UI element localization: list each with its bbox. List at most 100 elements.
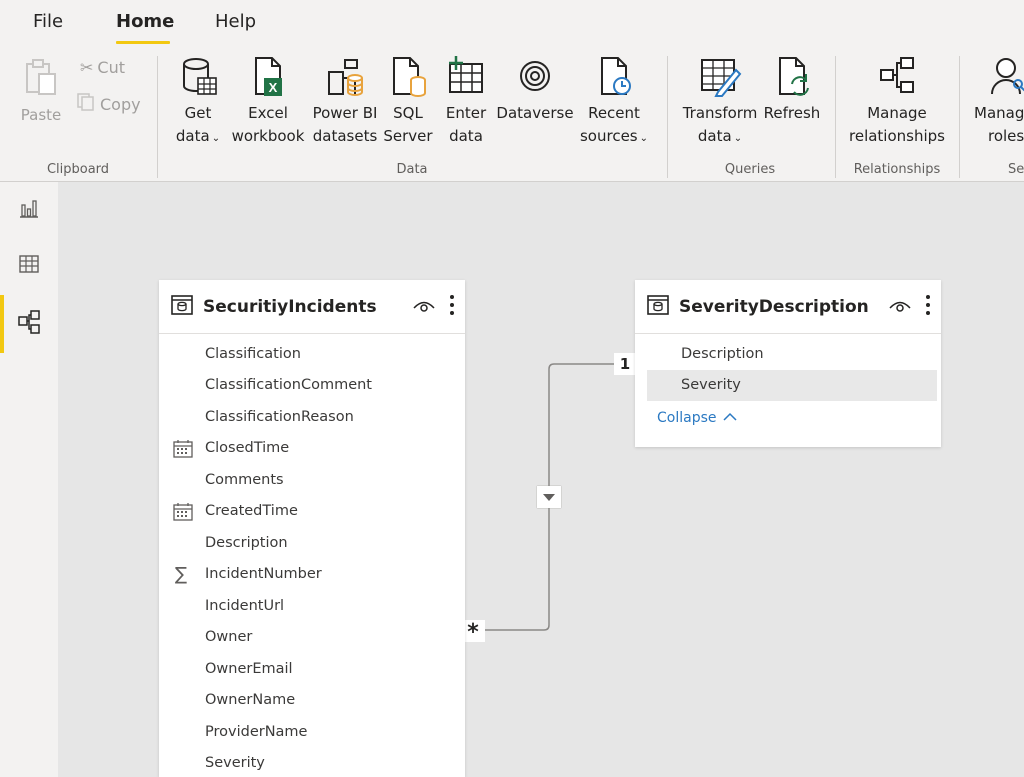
data-group-label: Data — [396, 162, 428, 177]
more-options-icon[interactable] — [925, 294, 931, 316]
dataverse-button[interactable]: Dataverse — [494, 54, 576, 125]
refresh-button[interactable]: Refresh — [762, 54, 822, 125]
transform-data-button[interactable]: Transform data ⌄ — [678, 54, 762, 150]
recent-sources-button[interactable]: Recent sources ⌄ — [578, 54, 650, 150]
get-data-button[interactable]: Get data ⌄ — [168, 54, 228, 150]
field-row[interactable]: Comments — [159, 464, 465, 496]
field-row[interactable]: Severity — [159, 748, 465, 777]
copy-label: Copy — [100, 94, 141, 114]
table-icon — [647, 294, 669, 320]
cut-icon: ✂ — [80, 58, 94, 77]
field-row[interactable]: ProviderName — [159, 716, 465, 748]
field-row[interactable]: Description — [635, 338, 941, 370]
manage-roles-label-2: roles — [988, 127, 1024, 145]
security-group-label: Se — [1008, 162, 1024, 177]
clipboard-group-label: Clipboard — [46, 162, 110, 177]
field-row[interactable]: OwnerName — [159, 685, 465, 717]
transform-label-2: data — [697, 127, 732, 145]
table-title: SeverityDescription — [679, 296, 869, 317]
field-name: IncidentUrl — [205, 597, 285, 614]
cut-button[interactable]: ✂ Cut — [80, 58, 125, 77]
paste-icon — [19, 56, 63, 100]
sigma-icon: ∑ — [175, 563, 188, 585]
field-row[interactable]: ∑ IncidentNumber — [159, 559, 465, 591]
field-row[interactable]: ClosedTime — [159, 433, 465, 465]
dataverse-icon — [513, 54, 557, 98]
model-view-button[interactable] — [0, 298, 58, 350]
separator — [157, 56, 158, 178]
field-row[interactable]: Description — [159, 527, 465, 559]
manage-relationships-label-1: Manage — [867, 104, 927, 122]
visibility-eye-icon[interactable] — [889, 298, 911, 317]
get-data-label-2: data — [175, 127, 210, 145]
table-card-header[interactable]: SeverityDescription — [635, 280, 941, 334]
powerbi-datasets-button[interactable]: Power BI datasets — [309, 54, 381, 148]
manage-relationships-button[interactable]: Manage relationships — [846, 54, 948, 148]
field-row[interactable]: OwnerEmail — [159, 653, 465, 685]
manage-roles-button[interactable]: Manag roles — [970, 54, 1024, 148]
copy-icon — [76, 92, 96, 116]
powerbi-label-2: datasets — [312, 127, 378, 145]
manage-relationships-label-2: relationships — [849, 127, 945, 145]
chevron-down-icon: ⌄ — [733, 133, 743, 144]
paste-label: Paste — [20, 106, 62, 124]
relationship-one-label: 1 — [614, 353, 636, 375]
table-card-securitiyincidents[interactable]: SecuritiyIncidents Classification Classif… — [159, 280, 465, 777]
report-view-button[interactable] — [0, 184, 58, 236]
enter-label-2: data — [449, 127, 483, 145]
refresh-label: Refresh — [763, 104, 821, 122]
calendar-icon — [173, 502, 193, 525]
menu-file[interactable]: File — [33, 11, 63, 32]
grid-icon — [18, 253, 40, 279]
roles-icon — [984, 54, 1024, 98]
enter-label-1: Enter — [445, 104, 487, 122]
field-name: OwnerEmail — [205, 660, 293, 677]
powerbi-label-1: Power BI — [312, 104, 378, 122]
excel-workbook-button[interactable]: X Excel workbook — [228, 54, 308, 148]
field-name: Owner — [205, 629, 253, 646]
cross-filter-direction-icon[interactable] — [537, 486, 561, 508]
recent-label-2: sources — [579, 127, 638, 145]
copy-button[interactable]: Copy — [76, 92, 141, 116]
menu-home[interactable]: Home — [116, 11, 174, 32]
field-row[interactable]: ClassificationReason — [159, 401, 465, 433]
collapse-button[interactable]: Collapse — [635, 401, 941, 435]
menu-help[interactable]: Help — [215, 11, 256, 32]
visibility-eye-icon[interactable] — [413, 298, 435, 317]
chevron-down-icon: ⌄ — [639, 133, 649, 144]
bar-chart-icon — [18, 197, 40, 223]
field-row[interactable]: Owner — [159, 622, 465, 654]
field-row[interactable]: IncidentUrl — [159, 590, 465, 622]
field-name: Severity — [205, 755, 265, 772]
field-row[interactable]: CreatedTime — [159, 496, 465, 528]
field-name: Comments — [205, 471, 284, 488]
manage-roles-label-1: Manag — [974, 104, 1024, 122]
excel-label-1: Excel — [248, 104, 288, 122]
transform-label-1: Transform — [682, 104, 758, 122]
field-name: ClosedTime — [205, 440, 290, 457]
field-name: Classification — [205, 345, 301, 362]
field-name: Description — [681, 345, 764, 362]
excel-label-2: workbook — [231, 127, 305, 145]
field-name: OwnerName — [205, 692, 296, 709]
data-view-button[interactable] — [0, 240, 58, 292]
model-icon — [17, 309, 41, 339]
sql-server-button[interactable]: SQL Server — [382, 54, 434, 148]
enter-data-button[interactable]: Enter data — [440, 54, 492, 148]
powerbi-datasets-icon — [323, 54, 367, 98]
sql-server-icon — [386, 54, 430, 98]
paste-button[interactable]: Paste — [16, 56, 66, 127]
field-row[interactable]: ClassificationComment — [159, 370, 465, 402]
database-icon — [176, 54, 220, 98]
sql-label-1: SQL — [393, 104, 423, 122]
collapse-label: Collapse — [657, 410, 717, 426]
more-options-icon[interactable] — [449, 294, 455, 316]
field-row[interactable]: Severity — [647, 369, 937, 401]
separator — [835, 56, 836, 178]
table-card-severitydescription[interactable]: SeverityDescription Description Severity … — [635, 280, 941, 447]
field-list: Description Severity — [635, 334, 941, 401]
recent-label-1: Recent — [588, 104, 640, 122]
cut-label: Cut — [97, 58, 125, 77]
table-card-header[interactable]: SecuritiyIncidents — [159, 280, 465, 334]
field-row[interactable]: Classification — [159, 338, 465, 370]
